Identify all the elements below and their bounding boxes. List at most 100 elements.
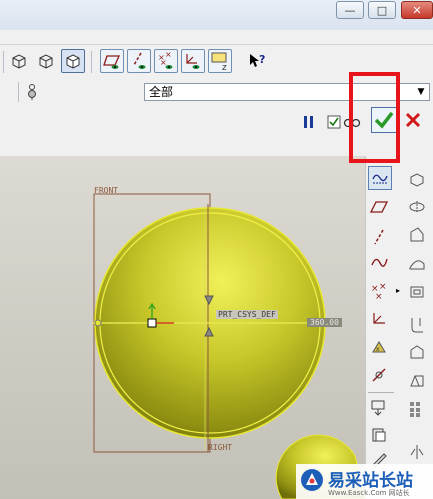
wireframe-cube-icon [12,54,26,69]
datum-plane-tool-button[interactable] [368,196,390,218]
edge-point [94,319,102,327]
svg-text:?: ? [259,53,265,66]
svg-text:×: × [375,292,383,300]
blend-tool-button[interactable] [406,252,428,274]
toolbar-separator [18,82,19,102]
datum-point-tool-button[interactable]: × × × [368,280,390,302]
datum-point-icon: × ×× [371,282,387,300]
sweep-icon [410,227,424,242]
chamfer-icon [410,345,424,359]
sketch-curve-icon [372,174,388,184]
pattern-tool-button[interactable] [406,398,428,420]
extrude-icon [410,173,424,187]
pause-icon [304,116,313,128]
paste-icon [372,428,386,442]
annotation-display-button[interactable]: z [208,49,232,73]
wireframe-button[interactable] [7,49,31,73]
shell-tool-button[interactable] [406,280,428,302]
analysis-icon: x [372,341,386,353]
toolbar-grip [3,51,4,73]
minimize-button[interactable]: — [336,1,364,19]
datum-curve-icon [371,258,388,267]
close-icon: ✕ [412,3,422,17]
confirm-highlight-box [349,72,400,163]
site-watermark: 易采站长站 Www.Easck.Com 网站长 [296,464,433,499]
revolve-tool-button[interactable] [406,196,428,218]
annotation-display-icon: z [211,52,227,71]
datum-plane-display-icon [103,55,121,69]
draft-tool-button[interactable] [406,370,428,392]
graphics-window[interactable]: FRONT RIGHT PRT_CSYS_DEF 360.00 [0,156,365,499]
cancel-x-icon [405,112,421,128]
datum-plane-icon [370,201,388,213]
model-canvas [92,193,365,499]
dimension-value-label[interactable]: 360.00 [307,318,342,327]
blend-icon [409,260,425,270]
hidden-line-button[interactable] [34,49,58,73]
analysis-tool-button[interactable]: x [368,336,390,358]
front-plane-label: FRONT [94,186,119,195]
toolbar-separator [91,51,92,73]
revolve-icon [409,201,425,213]
datum-axis-icon [374,229,384,245]
preview-checkbox-icon [327,115,341,129]
flyout-arrow-icon[interactable]: ▸ [396,286,400,295]
sketch-insert-button[interactable] [368,396,390,418]
hidden-line-cube-icon [39,54,53,69]
coordinate-system-display-icon [186,54,200,69]
shaded-button[interactable] [61,49,85,73]
context-help-button[interactable]: ? [245,49,269,73]
datum-plane-display-button[interactable] [100,49,124,73]
svg-text:×: × [379,282,387,292]
svg-text:×: × [160,58,167,67]
sketch-insert-icon [371,400,385,416]
csys-display-button[interactable] [181,49,205,73]
context-help-icon: ? [250,53,265,67]
shaded-cube-icon [66,54,80,69]
chevron-down-icon[interactable]: ▼ [413,84,429,100]
menu-strip [0,30,433,44]
round-icon [411,318,423,333]
round-tool-button[interactable] [406,314,428,336]
svg-text:x: x [376,346,380,353]
datum-point-display-icon: × ×× [158,51,173,69]
watermark-subtext: Www.Easck.Com 网站长 [328,489,410,497]
datum-curve-tool-button[interactable] [368,251,390,273]
csys-label: PRT_CSYS_DEF [216,310,278,319]
watermark-logo-icon [301,469,323,491]
datum-axis-display-button[interactable] [127,49,151,73]
reference-icon [372,368,386,382]
draft-icon [410,375,424,387]
right-plane-label: RIGHT [208,443,233,452]
chamfer-tool-button[interactable] [406,342,428,364]
cancel-button[interactable] [404,111,422,133]
spin-center-icon [28,84,36,100]
extrude-tool-button[interactable] [406,168,428,190]
feature-toolbar: × × × ▸ x [365,156,433,499]
svg-text:z: z [222,63,227,71]
pattern-icon [410,402,420,417]
window-title-bar: — □ ✕ [0,0,433,31]
preview-checkbox[interactable] [327,114,341,133]
reference-tool-button[interactable] [368,364,390,386]
sketch-tool-button[interactable] [368,166,392,190]
csys-tool-button[interactable] [368,308,390,330]
spin-center-button[interactable] [26,83,38,105]
datum-point-display-button[interactable]: × × × [154,49,178,73]
maximize-button[interactable]: □ [368,1,396,19]
datum-axis-display-icon [133,52,146,69]
shell-icon [410,286,424,298]
datum-axis-tool-button[interactable] [368,226,390,248]
paste-special-button[interactable] [368,424,390,446]
mirror-icon [410,445,424,459]
coordinate-system-icon [373,313,385,324]
pause-button[interactable] [302,114,316,133]
minimize-icon: — [344,3,356,17]
toolbar-separator [368,392,394,393]
maximize-icon: □ [376,3,388,17]
csys-origin-handle[interactable] [147,318,157,328]
mirror-tool-button[interactable] [406,441,428,463]
filter-selected-value: 全部 [149,85,174,99]
close-window-button[interactable]: ✕ [401,1,433,19]
sweep-tool-button[interactable] [406,224,428,246]
